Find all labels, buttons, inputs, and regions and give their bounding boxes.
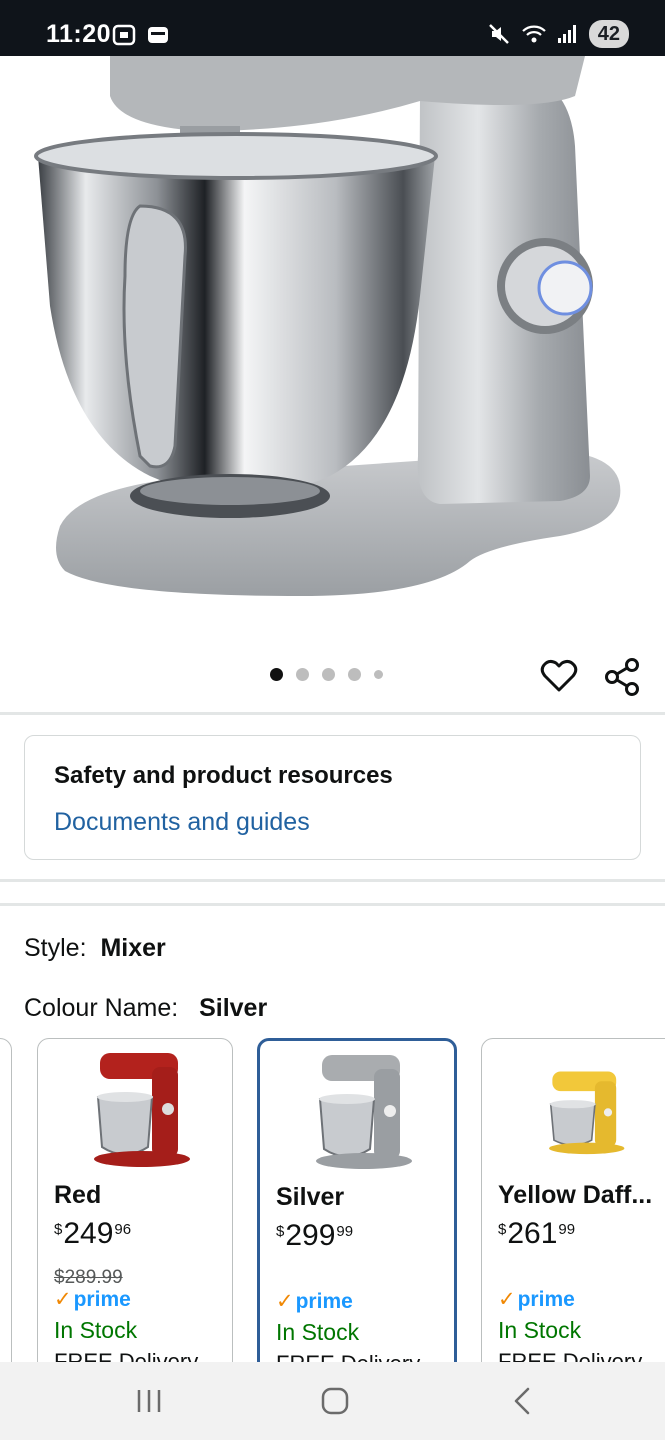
status-bar: 11:20 42 [0, 0, 665, 56]
price-dollars: 299 [285, 1219, 336, 1252]
price-dollars: 261 [507, 1217, 558, 1250]
message-icon [148, 27, 168, 43]
prime-check-icon: ✓ [498, 1288, 516, 1311]
price-currency: $ [54, 1221, 63, 1238]
red-mixer-thumbnail [94, 1053, 190, 1167]
swatch-name: Red [54, 1181, 102, 1209]
colour-value: Silver [199, 994, 268, 1022]
swatch-stock-status: In Stock [54, 1317, 138, 1343]
colour-swatch-partial[interactable] [0, 1038, 12, 1378]
share-icon[interactable] [602, 656, 644, 698]
swatch-stock-status: In Stock [276, 1319, 360, 1345]
status-icons-right: 42 [487, 20, 629, 48]
price-currency: $ [498, 1221, 507, 1238]
mute-icon [488, 24, 509, 44]
swatch-name: Yellow Daff... [498, 1181, 653, 1209]
divider [0, 903, 665, 906]
price-dollars: 249 [63, 1217, 114, 1250]
price-currency: $ [276, 1223, 285, 1240]
prime-badge: ✓prime [276, 1289, 353, 1314]
divider [0, 712, 665, 715]
colour-swatch-red[interactable]: Red $24996 $289.99 ✓prime In Stock FREE … [37, 1038, 233, 1378]
wifi-icon [521, 25, 546, 43]
status-time: 11:20 [46, 20, 112, 48]
stand-mixer-image [34, 56, 621, 596]
colour-swatch-silver[interactable]: Silver $29999 ✓prime In Stock FREE Deliv… [257, 1038, 457, 1378]
battery-indicator: 42 [588, 20, 629, 48]
image-pager[interactable] [270, 668, 383, 681]
style-label: Style: [24, 934, 87, 962]
resources-title: Safety and product resources [54, 762, 393, 789]
divider [0, 879, 665, 882]
price-cents: 99 [558, 1221, 576, 1238]
back-icon[interactable] [508, 1384, 538, 1418]
style-selection: Style: Mixer [24, 934, 166, 963]
heart-icon[interactable] [539, 656, 579, 696]
safety-resources-card[interactable]: Safety and product resources Documents a… [24, 735, 641, 860]
pager-dot[interactable] [322, 668, 335, 681]
recent-apps-icon[interactable] [134, 1384, 166, 1418]
home-icon[interactable] [318, 1384, 352, 1418]
swatch-stock-status: In Stock [498, 1317, 582, 1343]
prime-badge: ✓prime [498, 1287, 575, 1312]
swatch-price: $249 96 [54, 1217, 131, 1251]
documents-guides-link[interactable]: Documents and guides [54, 808, 310, 837]
price-cents: 99 [336, 1223, 354, 1240]
pager-dot[interactable] [296, 668, 309, 681]
prime-label: prime [517, 1288, 575, 1311]
prime-check-icon: ✓ [276, 1290, 294, 1313]
pager-dot[interactable] [348, 668, 361, 681]
pager-dot[interactable] [374, 670, 383, 679]
price-cents: 96 [114, 1221, 132, 1238]
signal-icon [557, 25, 576, 43]
pager-dot[interactable] [270, 668, 283, 681]
prime-label: prime [73, 1288, 131, 1311]
screenshot-icon [112, 24, 136, 46]
app-screen: 11:20 42 Safety and product resources Do… [0, 0, 665, 1440]
prime-badge: ✓prime [54, 1287, 131, 1312]
system-nav-bar [0, 1362, 665, 1440]
swatch-price: $261 99 [498, 1217, 575, 1251]
silver-mixer-thumbnail [316, 1055, 412, 1169]
prime-label: prime [295, 1290, 353, 1313]
colour-selection: Colour Name: Silver [24, 994, 267, 1023]
swatch-list-price: $289.99 [54, 1267, 123, 1288]
colour-swatch-yellow[interactable]: Yellow Daff... $26199 ✓prime In Stock FR… [481, 1038, 665, 1378]
swatch-price: $299 99 [276, 1219, 353, 1253]
yellow-mixer-thumbnail [549, 1071, 625, 1155]
colour-label: Colour Name: [24, 994, 179, 1022]
swatch-name: Silver [276, 1183, 345, 1211]
product-image[interactable] [0, 56, 665, 656]
prime-check-icon: ✓ [54, 1288, 72, 1311]
style-value: Mixer [100, 934, 166, 962]
status-icons-left [112, 24, 170, 46]
